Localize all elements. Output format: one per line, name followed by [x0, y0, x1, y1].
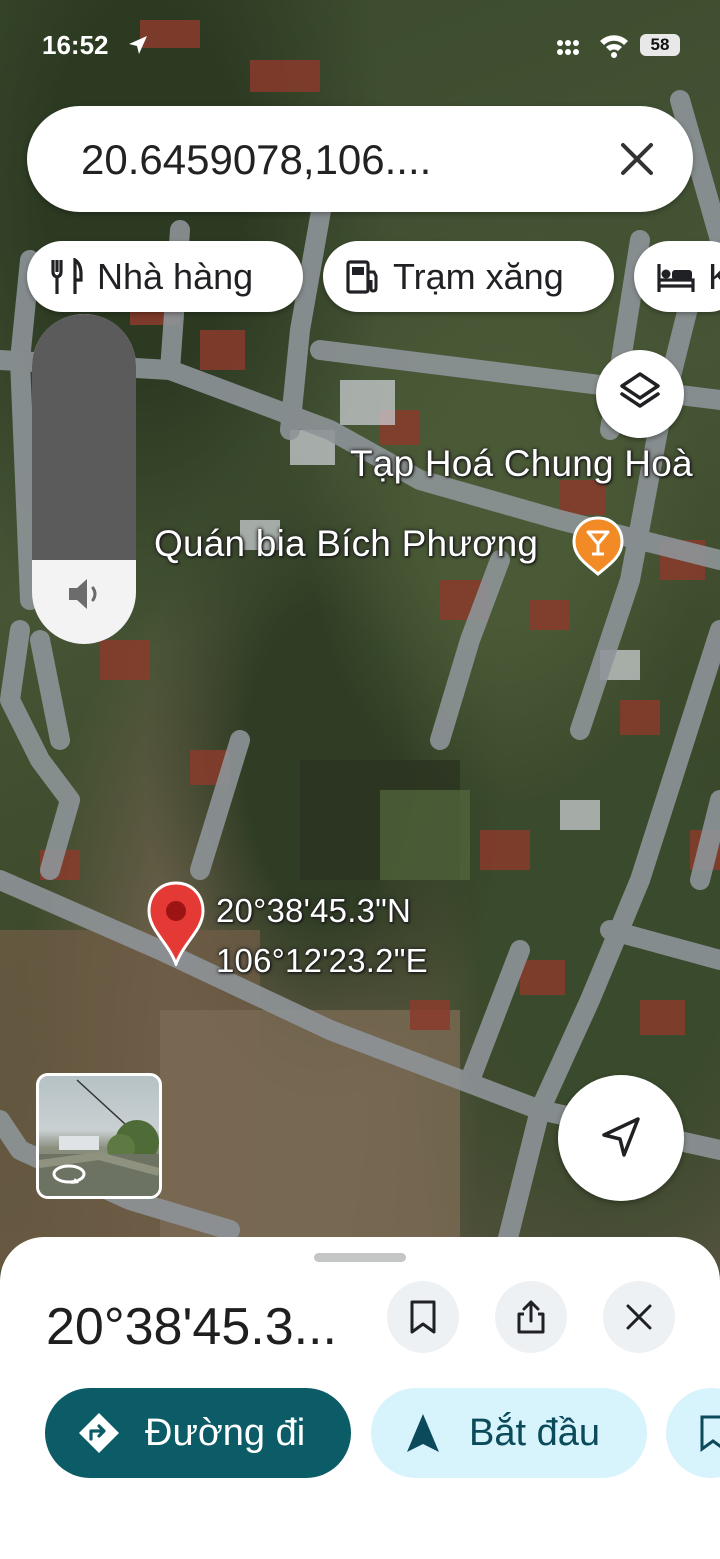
location-pin-icon[interactable] [146, 880, 206, 966]
place-title: 20°38'45.3... [46, 1298, 337, 1356]
pin-longitude: 106°12'23.2"E [216, 942, 428, 979]
poi-label-shop[interactable]: Tạp Hoá Chung Hoà [350, 443, 693, 485]
directions-button[interactable]: Đường đi [45, 1388, 351, 1478]
navigation-arrow-icon [602, 1117, 640, 1157]
restaurant-icon [51, 257, 83, 294]
chip-label: Nhà hàng [97, 255, 254, 297]
directions-label: Đường đi [145, 1411, 306, 1454]
share-button[interactable] [495, 1281, 567, 1353]
battery-indicator: 58 [640, 34, 680, 56]
chip-restaurants[interactable]: Nhà hàng [27, 241, 303, 312]
start-button[interactable]: Bắt đầu [371, 1388, 647, 1478]
signal-icon [557, 40, 579, 55]
pin-coordinates: 20°38'45.3"N 106°12'23.2"E [216, 886, 428, 986]
close-sheet-button[interactable] [603, 1281, 675, 1353]
volume-level-fill [32, 314, 136, 560]
pin-latitude: 20°38'45.3"N [216, 892, 412, 929]
drag-handle[interactable] [314, 1253, 406, 1262]
poi-label-bar[interactable]: Quán bia Bích Phương [154, 523, 538, 565]
save-button[interactable] [387, 1281, 459, 1353]
bar-poi-icon[interactable] [572, 516, 624, 576]
start-label: Bắt đầu [469, 1411, 600, 1454]
hotel-icon [657, 263, 695, 292]
navigation-icon [407, 1414, 439, 1452]
status-time: 16:52 [42, 30, 109, 60]
place-bottom-sheet[interactable]: 20°38'45.3... Đường đi Bắt đầu [0, 1237, 720, 1559]
layers-button[interactable] [596, 350, 684, 438]
my-location-button[interactable] [558, 1075, 684, 1201]
rotate-360-icon [52, 1164, 86, 1184]
wifi-icon [600, 35, 628, 58]
street-view-thumbnail[interactable] [36, 1073, 162, 1199]
clear-search-icon[interactable] [617, 139, 657, 179]
chip-label: K [708, 256, 720, 298]
chip-gas-stations[interactable]: Trạm xăng [323, 241, 614, 312]
close-icon [626, 1304, 652, 1330]
chip-label: Trạm xăng [393, 255, 564, 297]
bookmark-icon [410, 1300, 436, 1334]
chip-hotels[interactable]: K [634, 241, 720, 312]
location-arrow-icon [129, 36, 147, 54]
share-icon [517, 1300, 545, 1334]
volume-slider[interactable] [32, 314, 136, 644]
layers-icon [620, 372, 660, 408]
directions-icon [79, 1413, 119, 1453]
search-bar[interactable]: 20.6459078,106.... [27, 106, 693, 212]
speaker-icon [69, 579, 97, 609]
gas-station-icon [346, 259, 378, 294]
status-bar: 16:52 58 [0, 30, 720, 64]
search-query[interactable]: 20.6459078,106.... [81, 136, 431, 184]
more-actions-icon [700, 1415, 720, 1452]
more-actions-button[interactable] [666, 1388, 720, 1478]
